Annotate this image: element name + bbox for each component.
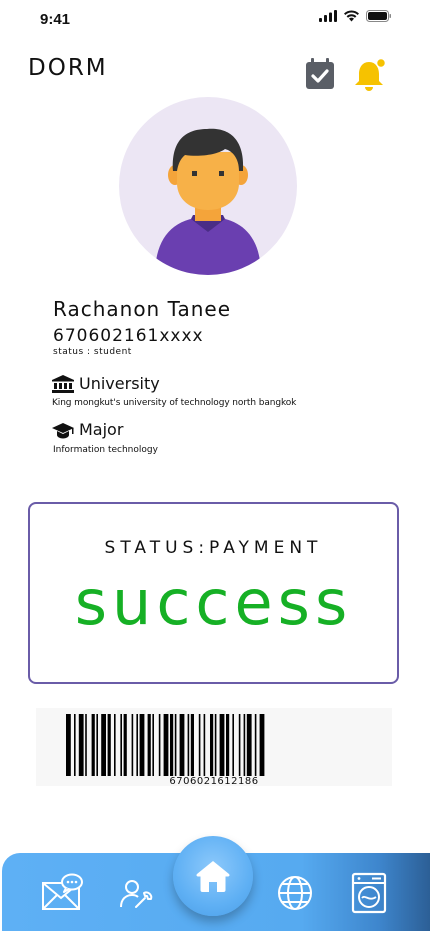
status-time: 9:41 <box>40 11 71 28</box>
signal-icon <box>319 10 337 22</box>
barcode-bar <box>219 714 225 776</box>
globe-icon <box>278 876 312 910</box>
calendar-check-icon <box>306 58 334 89</box>
nav-web[interactable] <box>276 874 314 912</box>
barcode-bar <box>170 714 174 776</box>
barcode-bar <box>139 714 145 776</box>
barcode-bar <box>187 714 190 776</box>
app-brand: DORM <box>28 55 108 81</box>
barcode-bar <box>238 714 241 776</box>
barcode-bar <box>254 714 257 776</box>
nav-laundry[interactable] <box>351 872 387 914</box>
barcode-bar <box>198 714 201 776</box>
major-heading: Major <box>52 420 123 439</box>
student-id: 670602161xxxx <box>53 326 204 346</box>
barcode-bar <box>232 714 234 776</box>
barcode-bar <box>243 714 246 776</box>
nav-home-button[interactable] <box>173 836 253 916</box>
barcode-bar <box>74 714 76 776</box>
calendar-button[interactable] <box>305 58 335 90</box>
barcode: 6706021612186 <box>36 708 392 786</box>
barcode-bar <box>131 714 134 776</box>
barcode-bar <box>66 714 71 776</box>
battery-icon <box>366 10 391 22</box>
university-heading: University <box>52 374 160 393</box>
major-label: Major <box>79 420 124 439</box>
barcode-bar <box>114 714 116 776</box>
barcode-bar <box>147 714 151 776</box>
barcode-bar <box>136 714 138 776</box>
payment-status-value: success <box>74 566 353 639</box>
major-value: Information technology <box>53 445 158 455</box>
payment-status-card: STATUS:PAYMENT success <box>28 502 399 684</box>
barcode-bar <box>174 714 177 776</box>
bell-icon <box>355 57 387 91</box>
barcode-bar <box>85 714 87 776</box>
mail-chat-icon <box>42 873 83 910</box>
barcode-bars <box>66 714 265 776</box>
notification-button[interactable] <box>352 57 388 93</box>
nav-messages[interactable] <box>42 873 84 913</box>
wifi-icon <box>344 10 359 22</box>
student-name: Rachanon Tanee <box>53 297 232 321</box>
barcode-bar <box>91 714 95 776</box>
barcode-bar <box>158 714 161 776</box>
barcode-bar <box>78 714 84 776</box>
avatar <box>119 97 297 275</box>
barcode-bar <box>210 714 214 776</box>
student-status: status : student <box>53 347 132 357</box>
barcode-bar <box>226 714 230 776</box>
barcode-bar <box>246 714 252 776</box>
washing-machine-icon <box>351 872 387 914</box>
status-icons <box>319 10 392 22</box>
barcode-bar <box>123 714 127 776</box>
user-avatar-icon <box>155 128 261 275</box>
barcode-number: 6706021612186 <box>169 776 259 786</box>
barcode-bar <box>107 714 111 776</box>
nav-repair[interactable] <box>120 877 154 911</box>
university-icon <box>52 374 74 393</box>
barcode-bar <box>259 714 265 776</box>
barcode-bar <box>101 714 106 776</box>
barcode-bar <box>152 714 154 776</box>
barcode-bar <box>120 714 122 776</box>
barcode-bar <box>163 714 169 776</box>
university-label: University <box>79 374 160 393</box>
barcode-bar <box>190 714 194 776</box>
barcode-bar <box>179 714 185 776</box>
barcode-bar <box>214 714 217 776</box>
user-tool-icon <box>120 880 153 908</box>
barcode-bar <box>96 714 98 776</box>
graduation-cap-icon <box>52 422 74 438</box>
payment-status-title: STATUS:PAYMENT <box>104 538 323 558</box>
university-value: King mongkut's university of technology … <box>52 398 297 408</box>
home-icon <box>196 861 230 892</box>
barcode-bar <box>203 714 206 776</box>
